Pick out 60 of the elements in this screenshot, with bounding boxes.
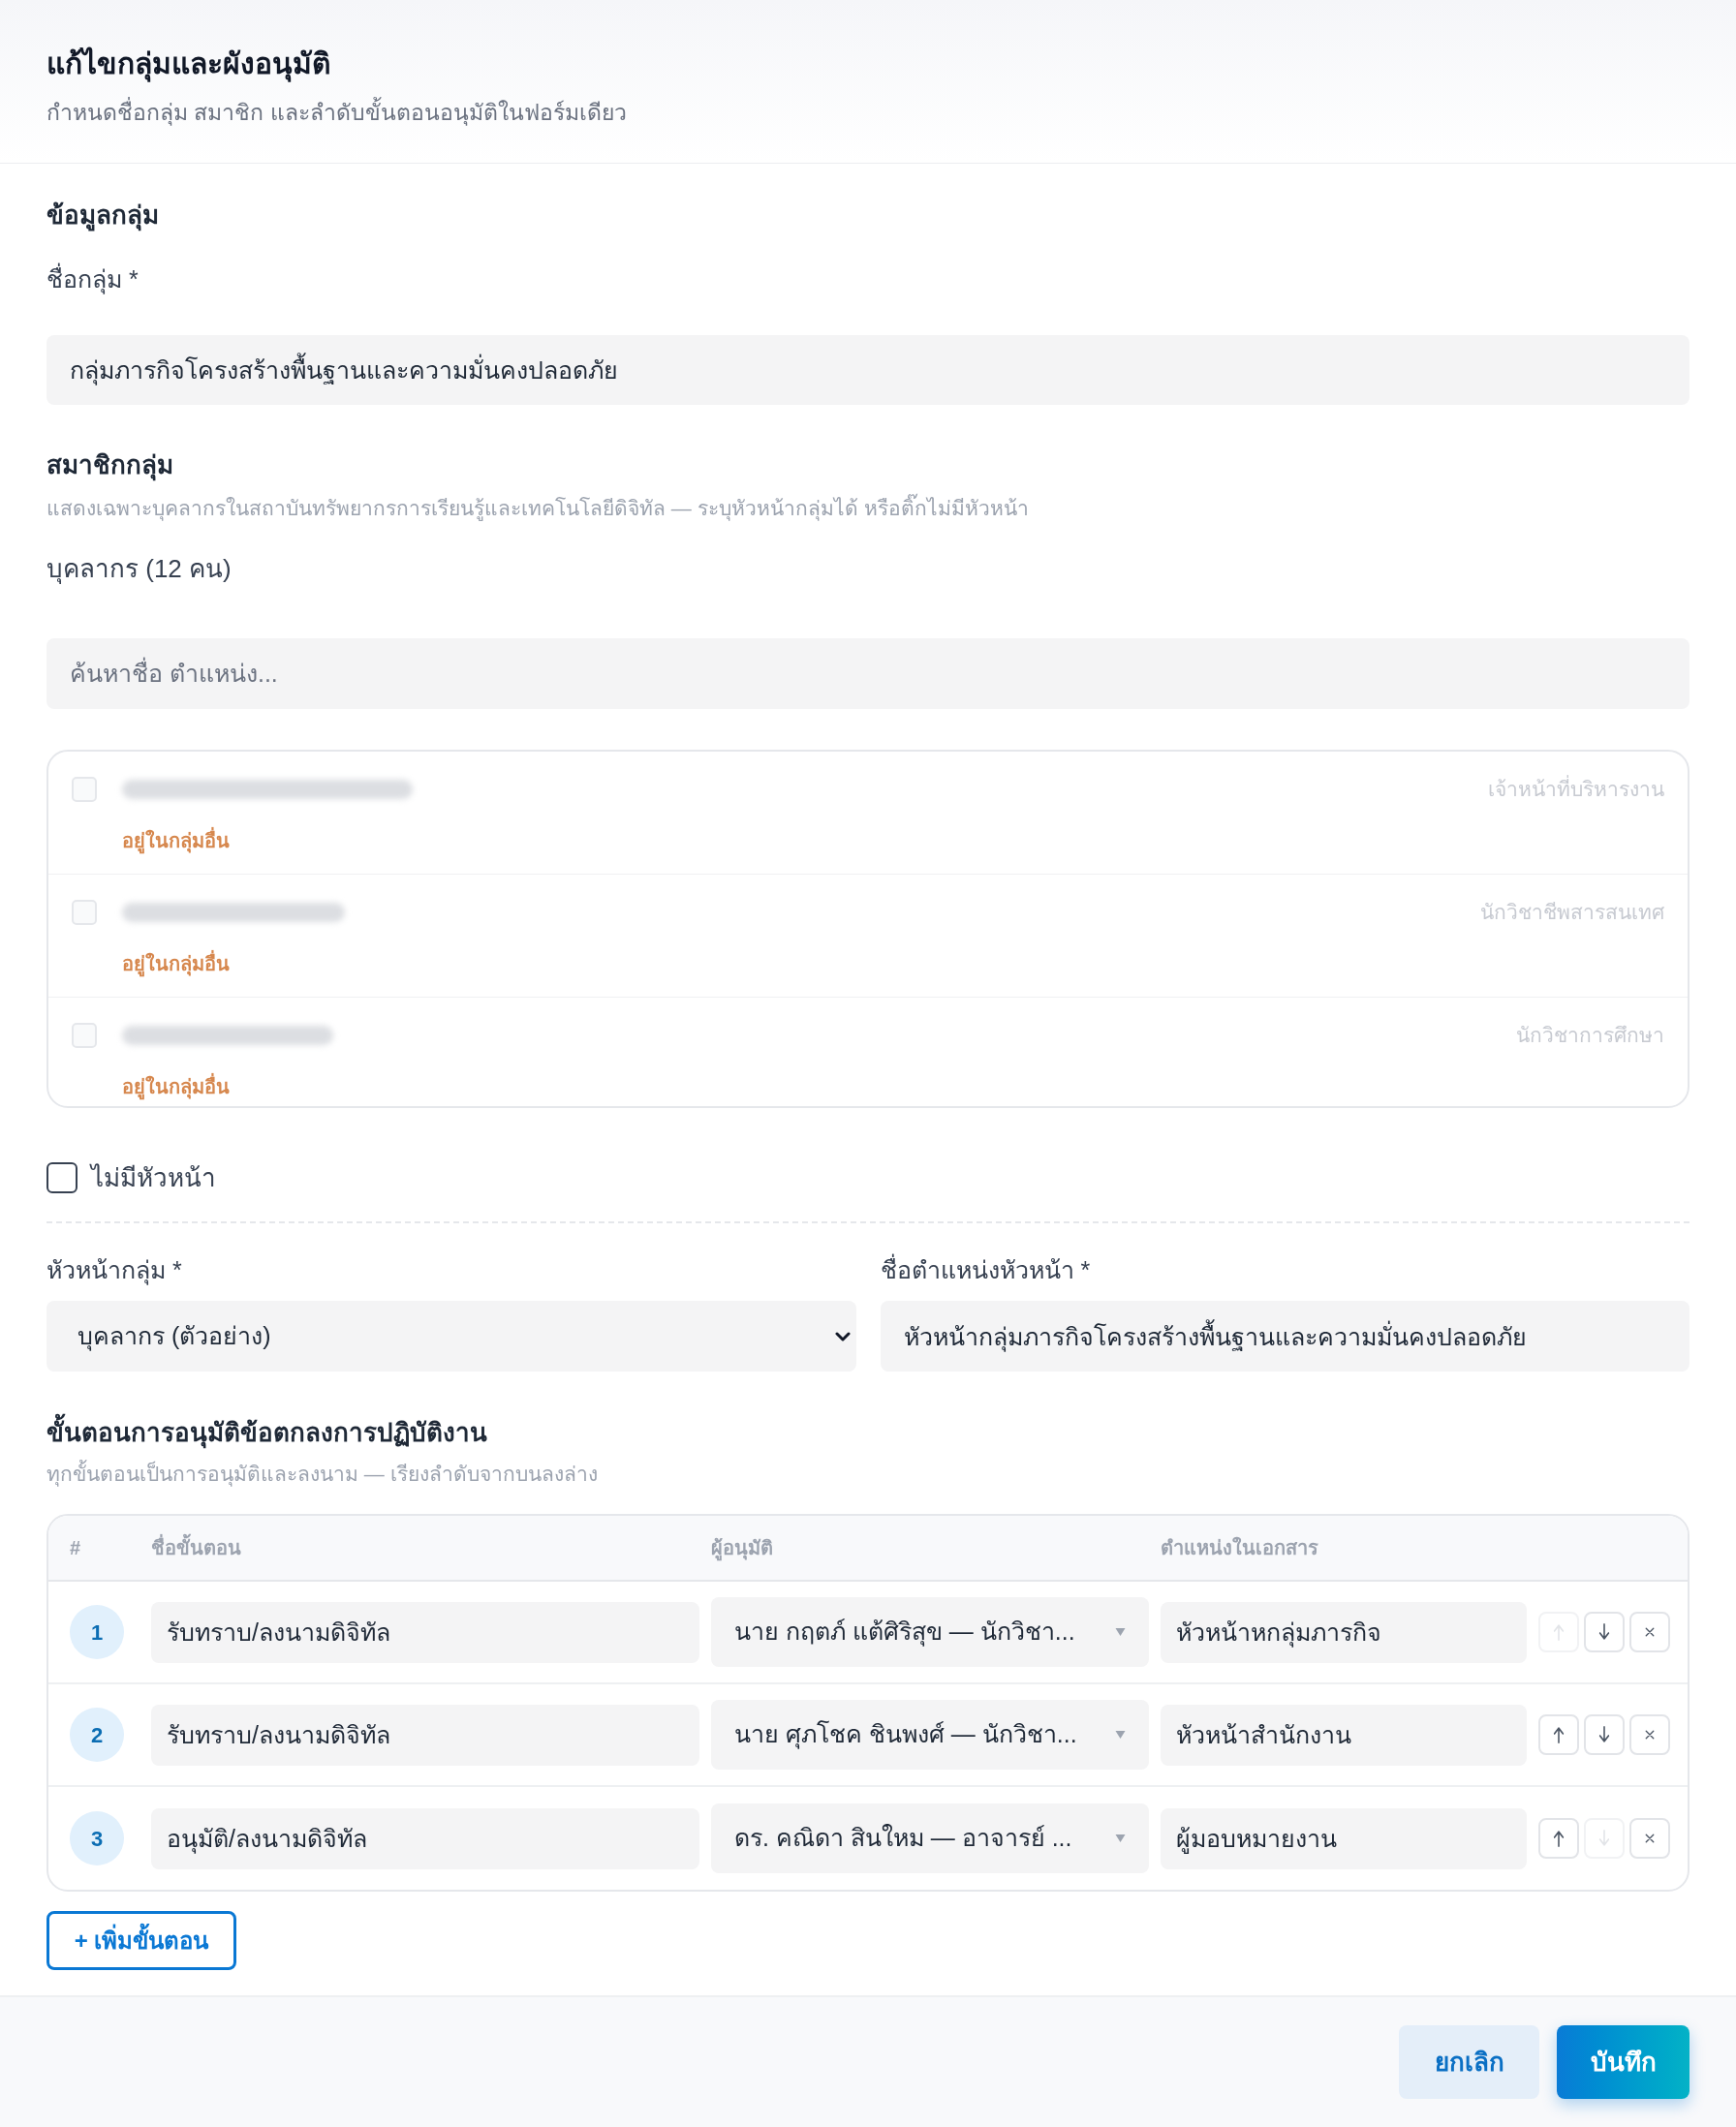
field-label: ชื่อตำแหน่งหัวหน้า *: [880, 1253, 1690, 1286]
approver-select[interactable]: ดร. คณิดา สินใหม — อาจารย์ ...: [711, 1803, 1149, 1873]
step-position-field[interactable]: หัวหน้าสำนักงาน: [1161, 1704, 1527, 1766]
member-role: เจ้าหน้าที่บริหารงาน: [1488, 775, 1664, 804]
no-head-label: ไม่มีหัวหน้า: [91, 1162, 216, 1194]
step-position-field[interactable]: ผู้มอบหมายงาน: [1161, 1807, 1527, 1869]
arrow-up-icon: [1552, 1830, 1566, 1847]
member-status-label: อยู่ในกลุ่มอื่น: [122, 1073, 230, 1100]
arrow-down-icon: [1597, 1830, 1611, 1847]
field-label: ชื่อกลุ่ม *: [46, 262, 1690, 295]
approver-select[interactable]: นาย ศุภโชค ชินพงศ์ — นักวิชา...: [711, 1700, 1149, 1770]
dialog-title: แก้ไขกลุ่มและผังอนุมัติ: [46, 43, 1690, 85]
step-position-field[interactable]: หัวหน้าหกลุ่มภารกิจ: [1161, 1601, 1527, 1663]
move-down-button[interactable]: [1584, 1612, 1625, 1652]
member-status-label: อยู่ในกลุ่มอื่น: [122, 827, 230, 854]
chevron-down-icon: [834, 1331, 851, 1341]
caret-icon: [1115, 1834, 1126, 1842]
arrow-up-icon: [1552, 1623, 1566, 1641]
dialog-subtitle: กำหนดชื่อกลุ่ม สมาชิก และลำดับขั้นตอนอนุมัติในฟอร์มเดียว: [46, 97, 1690, 128]
step-number: 3: [70, 1811, 124, 1865]
step-name-field[interactable]: รับทราบ/ลงนามดิจิทัล: [151, 1601, 699, 1663]
step-number: 2: [70, 1708, 124, 1762]
section-description: ทุกขั้นตอนเป็นการอนุมัติและลงนาม — เรียงลำดับจากบนลงล่าง: [46, 1460, 1690, 1489]
section-heading: สมาชิกกลุ่ม: [46, 449, 174, 481]
step-name-field[interactable]: อนุมัติ/ลงนามดิจิทัล: [151, 1807, 699, 1869]
add-step-button[interactable]: + เพิ่มขั้นตอน: [46, 1911, 236, 1970]
field-label: หัวหน้ากลุ่ม *: [46, 1255, 183, 1286]
no-head-checkbox[interactable]: [46, 1162, 78, 1193]
arrow-up-icon: [1552, 1726, 1566, 1743]
member-role: นักวิชาการศึกษา: [1516, 1023, 1664, 1048]
caret-icon: [1115, 1628, 1126, 1636]
close-icon: [1644, 1626, 1656, 1638]
section-description: แสดงเฉพาะบุคลากรในสถาบันทรัพยากรการเรียนรู้และเทคโนโลยีดิจิทัล — ระบุหัวหน้ากลุ่มได้ หรือติ๊กไม่มีหัวหน้า: [46, 494, 1690, 523]
section-heading: ข้อมูลกลุ่ม: [46, 200, 160, 231]
member-status-label: อยู่ในกลุ่มอื่น: [122, 950, 230, 977]
cancel-button[interactable]: ยกเลิก: [1399, 2025, 1539, 2099]
move-down-button[interactable]: [1584, 1714, 1625, 1755]
arrow-down-icon: [1597, 1726, 1611, 1743]
column-header: ตำแหน่งในเอกสาร: [1161, 1535, 1318, 1560]
step-name-field[interactable]: รับทราบ/ลงนามดิจิทัล: [151, 1704, 699, 1766]
caret-icon: [1115, 1731, 1126, 1739]
step-number: 1: [70, 1605, 124, 1659]
column-header: #: [70, 1536, 81, 1560]
head-title-field[interactable]: หัวหน้ากลุ่มภารกิจโครงสร้างพื้นฐานและความมั่นคงปลอดภัย: [880, 1301, 1690, 1372]
close-icon: [1644, 1729, 1656, 1741]
remove-step-button[interactable]: [1629, 1612, 1670, 1652]
close-icon: [1644, 1833, 1656, 1844]
arrow-down-icon: [1597, 1623, 1611, 1641]
column-header: ผู้อนุมัติ: [711, 1533, 773, 1562]
member-role: นักวิชาชีพสารสนเทศ: [1480, 900, 1664, 925]
column-header: ชื่อขั้นตอน: [151, 1533, 241, 1562]
move-up-button[interactable]: [1538, 1714, 1579, 1755]
head-select[interactable]: บุคลากร (ตัวอย่าง): [46, 1301, 856, 1372]
remove-step-button[interactable]: [1629, 1818, 1670, 1859]
group-name-field[interactable]: กลุ่มภารกิจโครงสร้างพื้นฐานและความมั่นคงปลอดภัย: [46, 335, 1690, 405]
search-field[interactable]: ค้นหาชื่อ ตำแหน่ง...: [46, 638, 1690, 709]
member-count-label: บุคลากร (12 คน): [46, 553, 232, 586]
move-up-button[interactable]: [1538, 1818, 1579, 1859]
remove-step-button[interactable]: [1629, 1714, 1670, 1755]
approver-select[interactable]: นาย กฤตภ์ แต้ศิริสุข — นักวิชา...: [711, 1597, 1149, 1667]
